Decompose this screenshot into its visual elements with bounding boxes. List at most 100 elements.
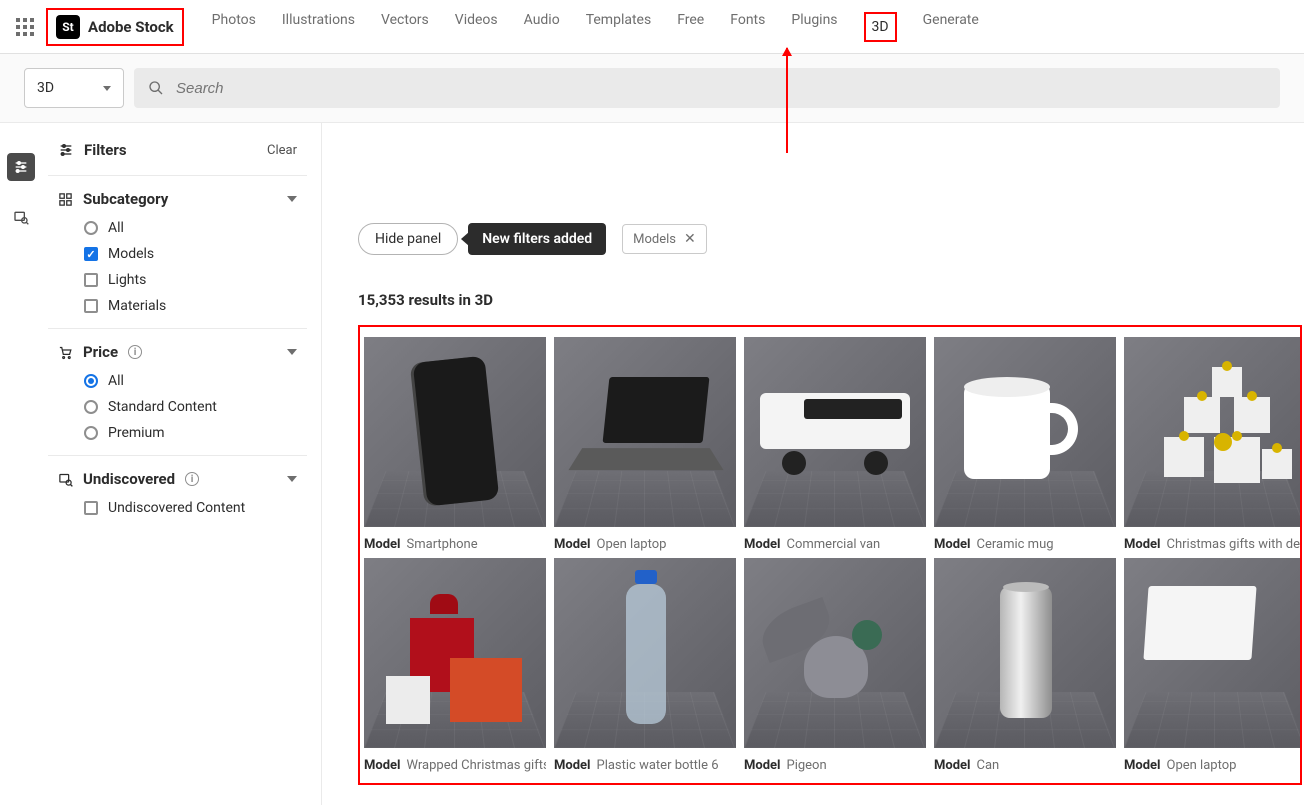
nav-audio[interactable]: Audio [524,12,560,42]
nav-free[interactable]: Free [677,12,704,42]
thumbnail [934,558,1116,748]
option-label: All [108,220,124,236]
results-grid-region: Model Smartphone Model Open laptop Model Comm… [358,325,1302,785]
asset-name: Wrapped Christmas gifts 1 [407,758,547,773]
check-icon [84,273,98,287]
result-card[interactable]: ModelCeramic mug [934,337,1116,552]
nav-videos[interactable]: Videos [455,12,498,42]
card-caption: Model Smartphone [364,527,546,552]
asset-type: Model [554,537,591,552]
option-undiscovered-content[interactable]: Undiscovered Content [84,500,297,516]
option-models[interactable]: Models [84,246,297,262]
results-count: 15,353 results in 3D [358,291,1304,309]
asset-type: Model [1124,758,1161,773]
option-label: Premium [108,425,165,441]
search-box[interactable] [134,68,1280,108]
info-icon[interactable]: i [185,472,199,486]
option-all[interactable]: All [84,373,297,389]
results-grid: Model Smartphone Model Open laptop Model Comm… [364,337,1294,773]
option-lights[interactable]: Lights [84,272,297,288]
option-label: Materials [108,298,166,314]
thumbnail [744,558,926,748]
undiscovered-title: Undiscovered [83,470,175,488]
card-caption: ModelPlastic water bottle 6 [554,748,736,773]
nav-fonts[interactable]: Fonts [730,12,765,42]
result-card[interactable]: Model Open laptop [554,337,736,552]
asset-name: Commercial van [787,537,881,552]
card-caption: ModelWrapped Christmas gifts 1 [364,748,546,773]
brand-logo: St [56,15,80,39]
rail-filters-button[interactable] [7,153,35,181]
check-icon [84,299,98,313]
result-card[interactable]: ModelCan [934,558,1116,773]
price-header[interactable]: Price i [58,343,297,361]
option-standard-content[interactable]: Standard Content [84,399,297,415]
option-all[interactable]: All [84,220,297,236]
option-label: Models [108,246,154,262]
nav-generate[interactable]: Generate [923,12,979,42]
subcategory-title: Subcategory [83,190,168,208]
thumbnail [364,558,546,748]
thumbnail [1124,558,1302,748]
radio-icon [84,221,98,235]
rail-visual-search-button[interactable] [7,203,35,231]
filters-label: Filters [84,141,127,159]
asset-type: Model [744,758,781,773]
close-icon[interactable]: ✕ [684,231,696,247]
chevron-down-icon [287,196,297,202]
asset-type: Model [364,537,401,552]
hide-panel-button[interactable]: Hide panel [358,223,458,255]
filter-chip-models[interactable]: Models ✕ [622,224,707,254]
result-card[interactable]: ModelPlastic water bottle 6 [554,558,736,773]
option-materials[interactable]: Materials [84,298,297,314]
result-card[interactable]: Model Open laptop [1124,558,1302,773]
brand-name: Adobe Stock [88,18,174,36]
search-input[interactable] [176,80,1266,97]
top-nav: St Adobe Stock Photos Illustrations Vector… [0,0,1304,54]
check-icon [84,247,98,261]
nav-illustrations[interactable]: Illustrations [282,12,355,42]
option-premium[interactable]: Premium [84,425,297,441]
card-caption: ModelCeramic mug [934,527,1116,552]
brand[interactable]: St Adobe Stock [46,8,184,46]
result-card[interactable]: Model Commercial van [744,337,926,552]
result-card[interactable]: ModelWrapped Christmas gifts 1 [364,558,546,773]
asset-name: Smartphone [407,537,478,552]
result-card[interactable]: Model Smartphone [364,337,546,552]
filter-header: Filters Clear [48,141,307,175]
search-category-select[interactable]: 3D [24,68,124,108]
nav-3d[interactable]: 3D [864,12,897,42]
filter-title: Filters [58,141,127,159]
nav-plugins[interactable]: Plugins [791,12,837,42]
grid-icon [58,192,73,207]
filter-section-price: Price i All Standard Content Premium [48,328,307,455]
chip-label: Models [633,232,676,247]
option-label: All [108,373,124,389]
option-label: Lights [108,272,146,288]
asset-name: Open laptop [1167,758,1237,773]
option-label: Undiscovered Content [108,500,245,516]
asset-name: Open laptop [597,537,667,552]
nav-templates[interactable]: Templates [586,12,652,42]
result-card[interactable]: ModelChristmas gifts with decora... [1124,337,1302,552]
thumbnail [1124,337,1302,527]
undiscovered-header[interactable]: Undiscovered i [58,470,297,488]
apps-icon[interactable] [16,18,34,36]
image-search-icon [58,472,73,487]
subcategory-header[interactable]: Subcategory [58,190,297,208]
new-filters-tooltip: New filters added [468,223,606,255]
card-caption: ModelCan [934,748,1116,773]
asset-type: Model [934,537,971,552]
thumbnail [934,337,1116,527]
content: Hide panel New filters added Models ✕ 15… [322,123,1304,805]
search-bar: 3D [0,54,1304,123]
info-icon[interactable]: i [128,345,142,359]
card-caption: ModelChristmas gifts with decora... [1124,527,1302,552]
nav-photos[interactable]: Photos [212,12,256,42]
chevron-down-icon [287,349,297,355]
clear-filters-link[interactable]: Clear [267,143,297,158]
asset-type: Model [554,758,591,773]
asset-type: Model [744,537,781,552]
result-card[interactable]: ModelPigeon [744,558,926,773]
nav-vectors[interactable]: Vectors [381,12,429,42]
